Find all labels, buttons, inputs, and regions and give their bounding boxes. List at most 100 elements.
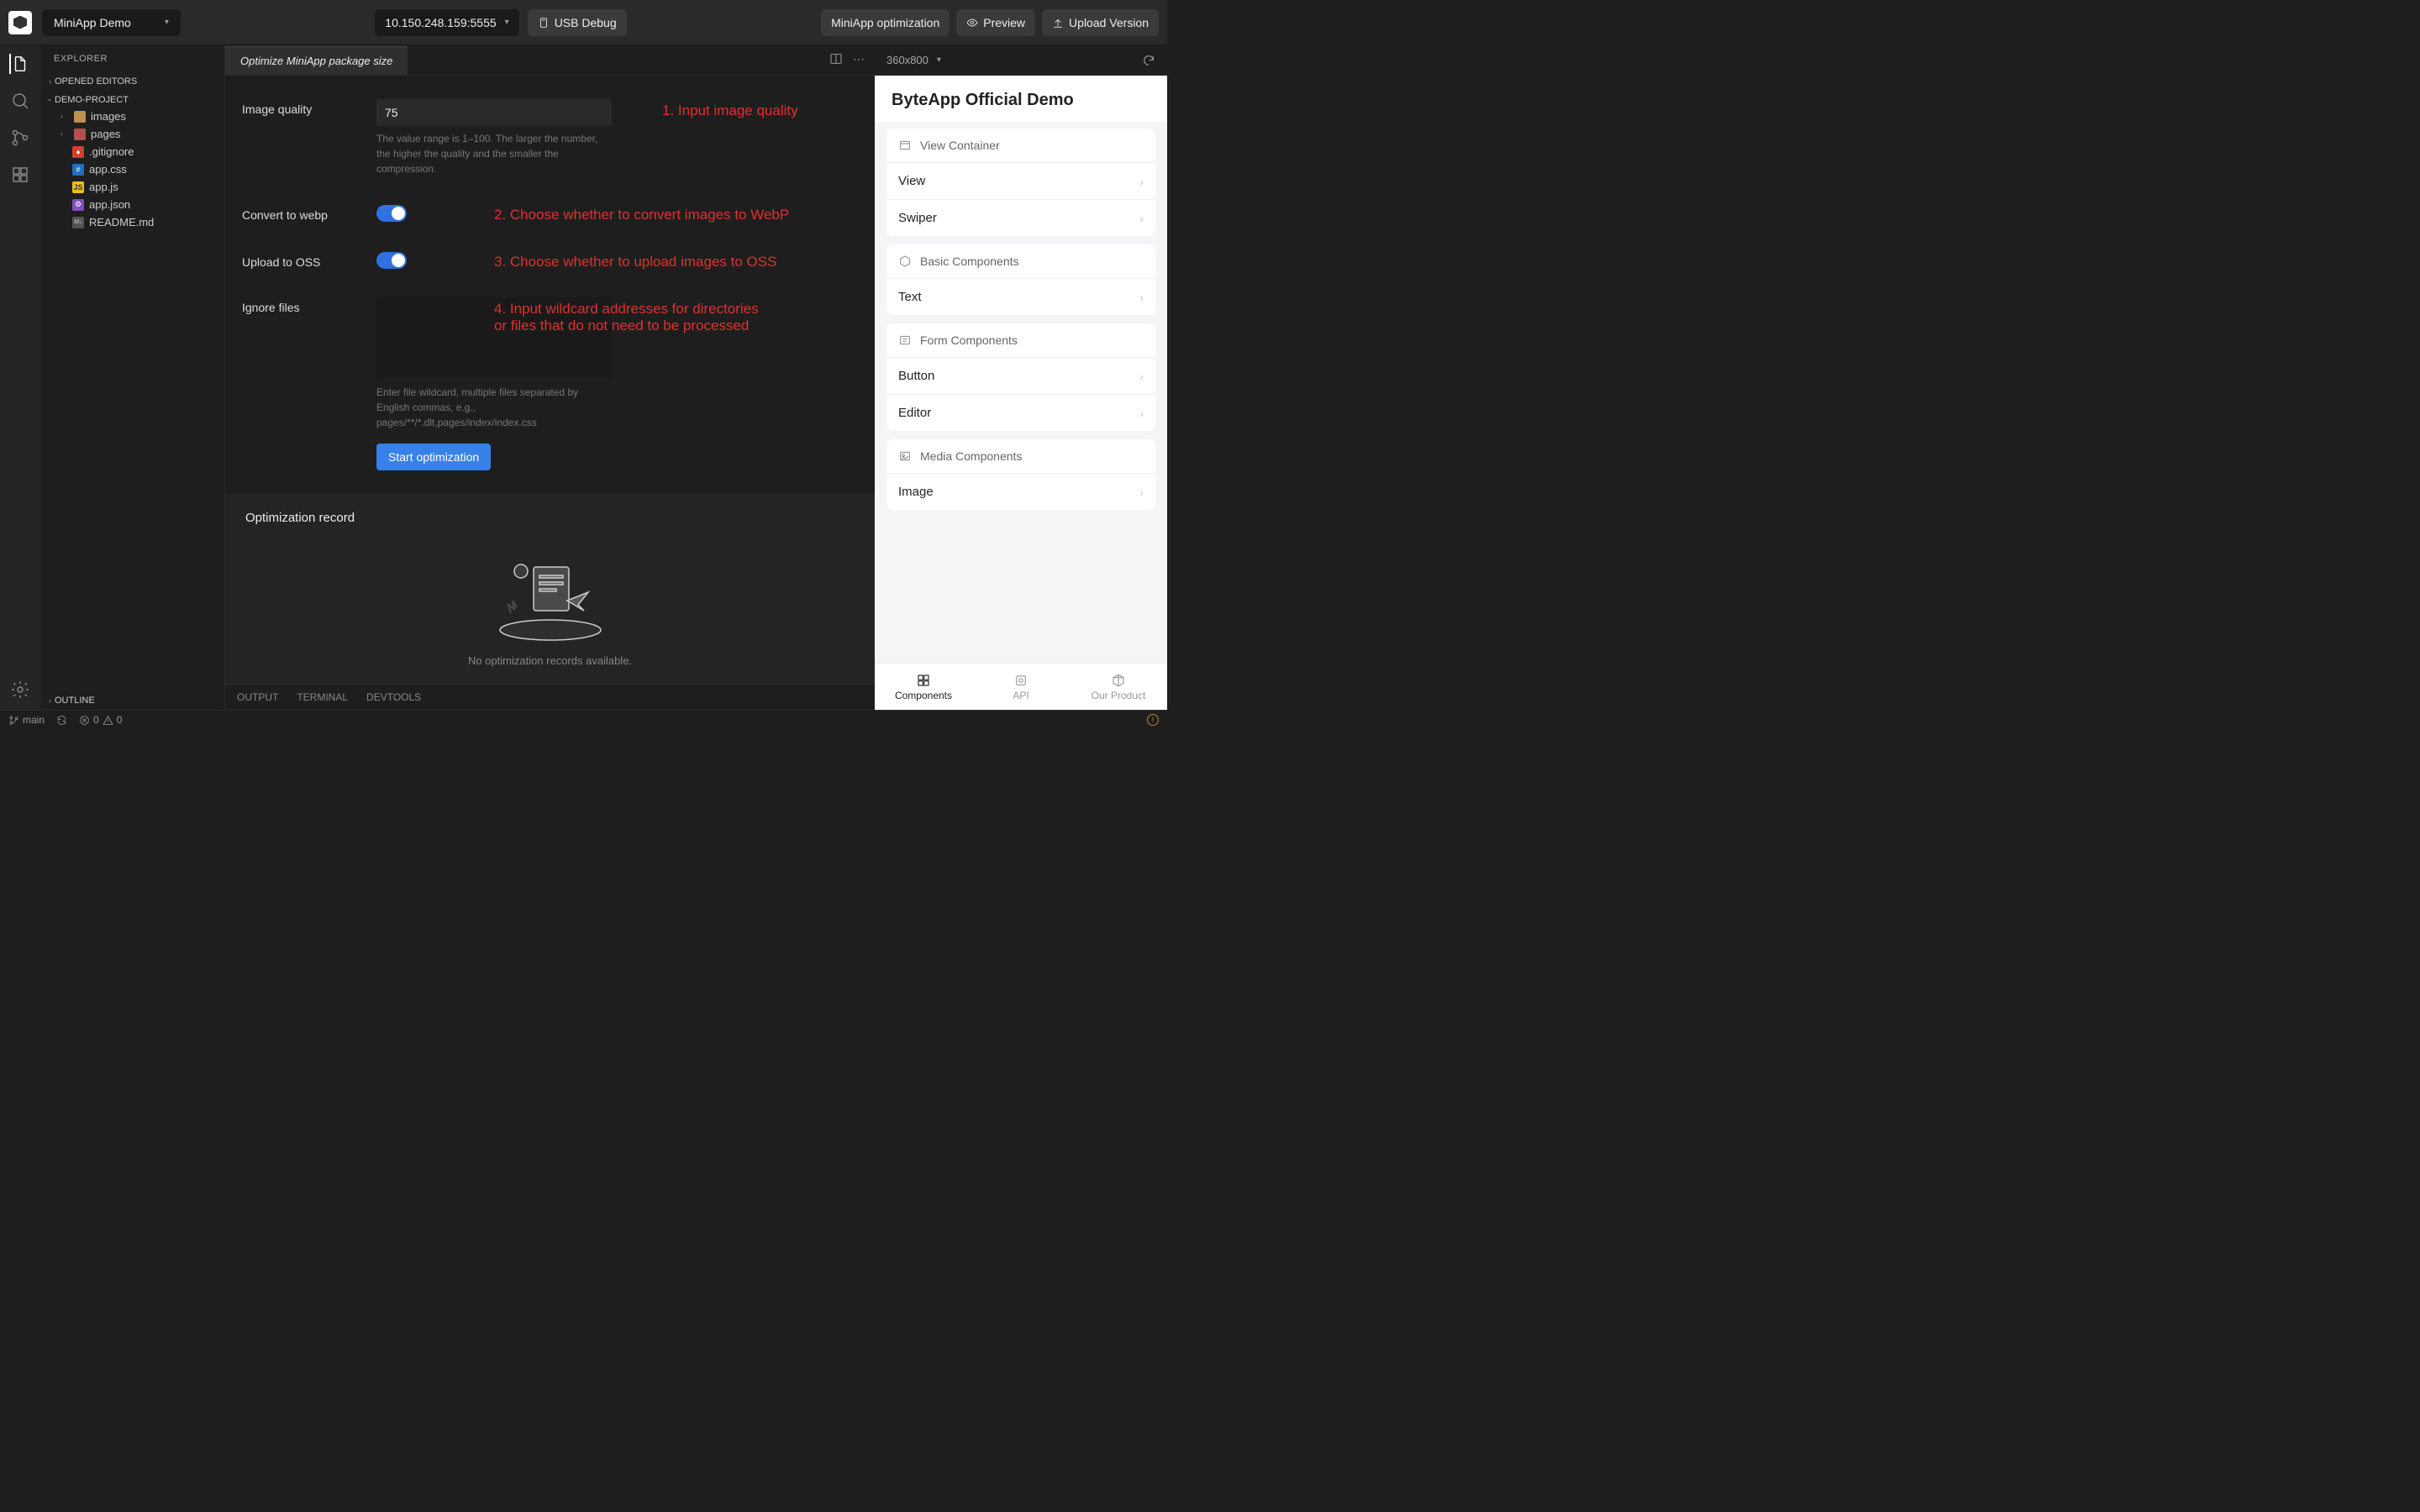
more-actions-icon[interactable]: ⋯ <box>853 52 865 68</box>
eye-icon <box>966 17 978 29</box>
device-frame: ByteApp Official Demo View ContainerView… <box>875 76 1167 710</box>
outline-header[interactable]: › OUTLINE <box>40 693 224 708</box>
annotation-4-line2: or files that do not need to be processe… <box>494 318 858 334</box>
upload-icon <box>1052 17 1064 29</box>
annotation-2: 2. Choose whether to convert images to W… <box>494 203 858 223</box>
upload-version-button[interactable]: Upload Version <box>1042 9 1159 36</box>
error-count: 0 <box>93 714 99 726</box>
json-icon: ⚙ <box>72 199 84 211</box>
component-item[interactable]: Image› <box>886 474 1155 510</box>
component-group: Form ComponentsButton›Editor› <box>886 323 1155 431</box>
device-selector[interactable]: 10.150.248.159:5555 ▾ <box>375 9 518 36</box>
item-label: Image <box>898 485 934 499</box>
refresh-icon[interactable] <box>1142 54 1155 67</box>
item-label: Swiper <box>898 211 937 225</box>
image-quality-label: Image quality <box>242 99 360 176</box>
title-bar: MiniApp Demo ▾ 10.150.248.159:5555 ▾ USB… <box>0 0 1167 45</box>
usb-icon <box>538 17 550 29</box>
button-label: MiniApp optimization <box>831 16 939 29</box>
usb-debug-button[interactable]: USB Debug <box>528 9 627 36</box>
extensions-icon[interactable] <box>10 165 30 185</box>
component-group-header: Form Components <box>886 323 1155 358</box>
resolution-label[interactable]: 360x800 <box>886 54 929 66</box>
optimize-tab[interactable]: Optimize MiniApp package size <box>225 46 408 75</box>
folder-icon <box>74 129 86 140</box>
chevron-right-icon: › <box>49 696 51 705</box>
terminal-tab[interactable]: TERMINAL <box>297 691 348 703</box>
file-label: README.md <box>89 216 154 228</box>
devtools-tab[interactable]: DEVTOOLS <box>366 691 421 703</box>
branch-icon <box>8 715 19 726</box>
component-item[interactable]: View› <box>886 163 1155 200</box>
annotation-1: 1. Input image quality <box>662 99 858 176</box>
activity-bar <box>0 45 40 710</box>
chevron-right-icon: › <box>1139 175 1144 188</box>
file-label: app.css <box>89 163 127 176</box>
sync-status[interactable] <box>56 715 67 726</box>
css-icon: # <box>72 164 84 176</box>
problems-status[interactable]: 0 0 <box>79 714 122 726</box>
oss-toggle[interactable] <box>376 252 407 269</box>
image-quality-input[interactable] <box>376 99 612 126</box>
component-item[interactable]: Button› <box>886 358 1155 395</box>
tab-label: Optimize MiniApp package size <box>240 55 392 67</box>
webp-toggle[interactable] <box>376 205 407 222</box>
project-root-header[interactable]: › DEMO-PROJECT <box>40 92 224 108</box>
folder-icon <box>74 111 86 123</box>
editor-area: Optimize MiniApp package size ⋯ Image qu… <box>225 45 875 710</box>
folder-images[interactable]: › images <box>54 108 224 125</box>
tab-product[interactable]: Our Product <box>1070 664 1167 710</box>
project-name: MiniApp Demo <box>54 16 131 29</box>
tab-components[interactable]: Components <box>875 664 972 710</box>
component-group: View ContainerView›Swiper› <box>886 129 1155 236</box>
button-label: Preview <box>983 16 1025 29</box>
device-tabbar: Components API Our Product <box>875 663 1167 710</box>
section-label: OUTLINE <box>55 696 95 706</box>
alert-icon[interactable]: ! <box>1147 714 1159 726</box>
component-group: Basic Components Text› <box>886 244 1155 315</box>
file-app-json[interactable]: ⚙ app.json <box>54 196 224 213</box>
search-icon[interactable] <box>10 91 30 111</box>
start-optimization-button[interactable]: Start optimization <box>376 444 491 470</box>
file-app-js[interactable]: JS app.js <box>54 178 224 196</box>
optimization-record-panel: Optimization record <box>225 494 875 709</box>
error-icon <box>79 715 90 726</box>
oss-label: Upload to OSS <box>242 252 360 269</box>
file-app-css[interactable]: # app.css <box>54 160 224 178</box>
tab-api[interactable]: API <box>972 664 1070 710</box>
component-group-header: Media Components <box>886 439 1155 474</box>
project-selector[interactable]: MiniApp Demo ▾ <box>42 9 181 36</box>
git-icon: ♦ <box>72 146 84 158</box>
item-label: Button <box>898 369 934 383</box>
component-list[interactable]: View ContainerView›Swiper›Basic Componen… <box>875 122 1167 663</box>
opened-editors-header[interactable]: › OPENED EDITORS <box>40 74 224 89</box>
chevron-down-icon[interactable]: ▾ <box>937 55 941 65</box>
folder-pages[interactable]: › pages <box>54 125 224 143</box>
section-label: DEMO-PROJECT <box>55 95 129 105</box>
component-item[interactable]: Editor› <box>886 395 1155 431</box>
split-editor-icon[interactable] <box>829 52 843 68</box>
file-readme[interactable]: M↓ README.md <box>54 213 224 231</box>
component-item[interactable]: Text› <box>886 279 1155 315</box>
file-gitignore[interactable]: ♦ .gitignore <box>54 143 224 160</box>
tab-label: API <box>1013 690 1028 701</box>
app-title: ByteApp Official Demo <box>875 76 1167 122</box>
webp-label: Convert to webp <box>242 205 360 222</box>
preview-button[interactable]: Preview <box>956 9 1035 36</box>
editor-tabs: Optimize MiniApp package size ⋯ <box>225 45 875 76</box>
ignore-label: Ignore files <box>242 297 360 430</box>
git-branch-status[interactable]: main <box>8 714 45 726</box>
output-tab[interactable]: OUTPUT <box>237 691 278 703</box>
sidebar-title: EXPLORER <box>40 45 224 72</box>
warning-icon <box>103 715 113 726</box>
source-control-icon[interactable] <box>10 128 30 148</box>
explorer-icon[interactable] <box>9 54 29 74</box>
branch-name: main <box>23 714 45 726</box>
component-item[interactable]: Swiper› <box>886 200 1155 236</box>
js-icon: JS <box>72 181 84 193</box>
markdown-icon: M↓ <box>72 217 84 228</box>
chevron-down-icon: › <box>46 99 55 102</box>
miniapp-optimization-button[interactable]: MiniApp optimization <box>821 9 950 36</box>
group-label: Basic Components <box>920 255 1019 268</box>
settings-gear-icon[interactable] <box>10 680 30 700</box>
